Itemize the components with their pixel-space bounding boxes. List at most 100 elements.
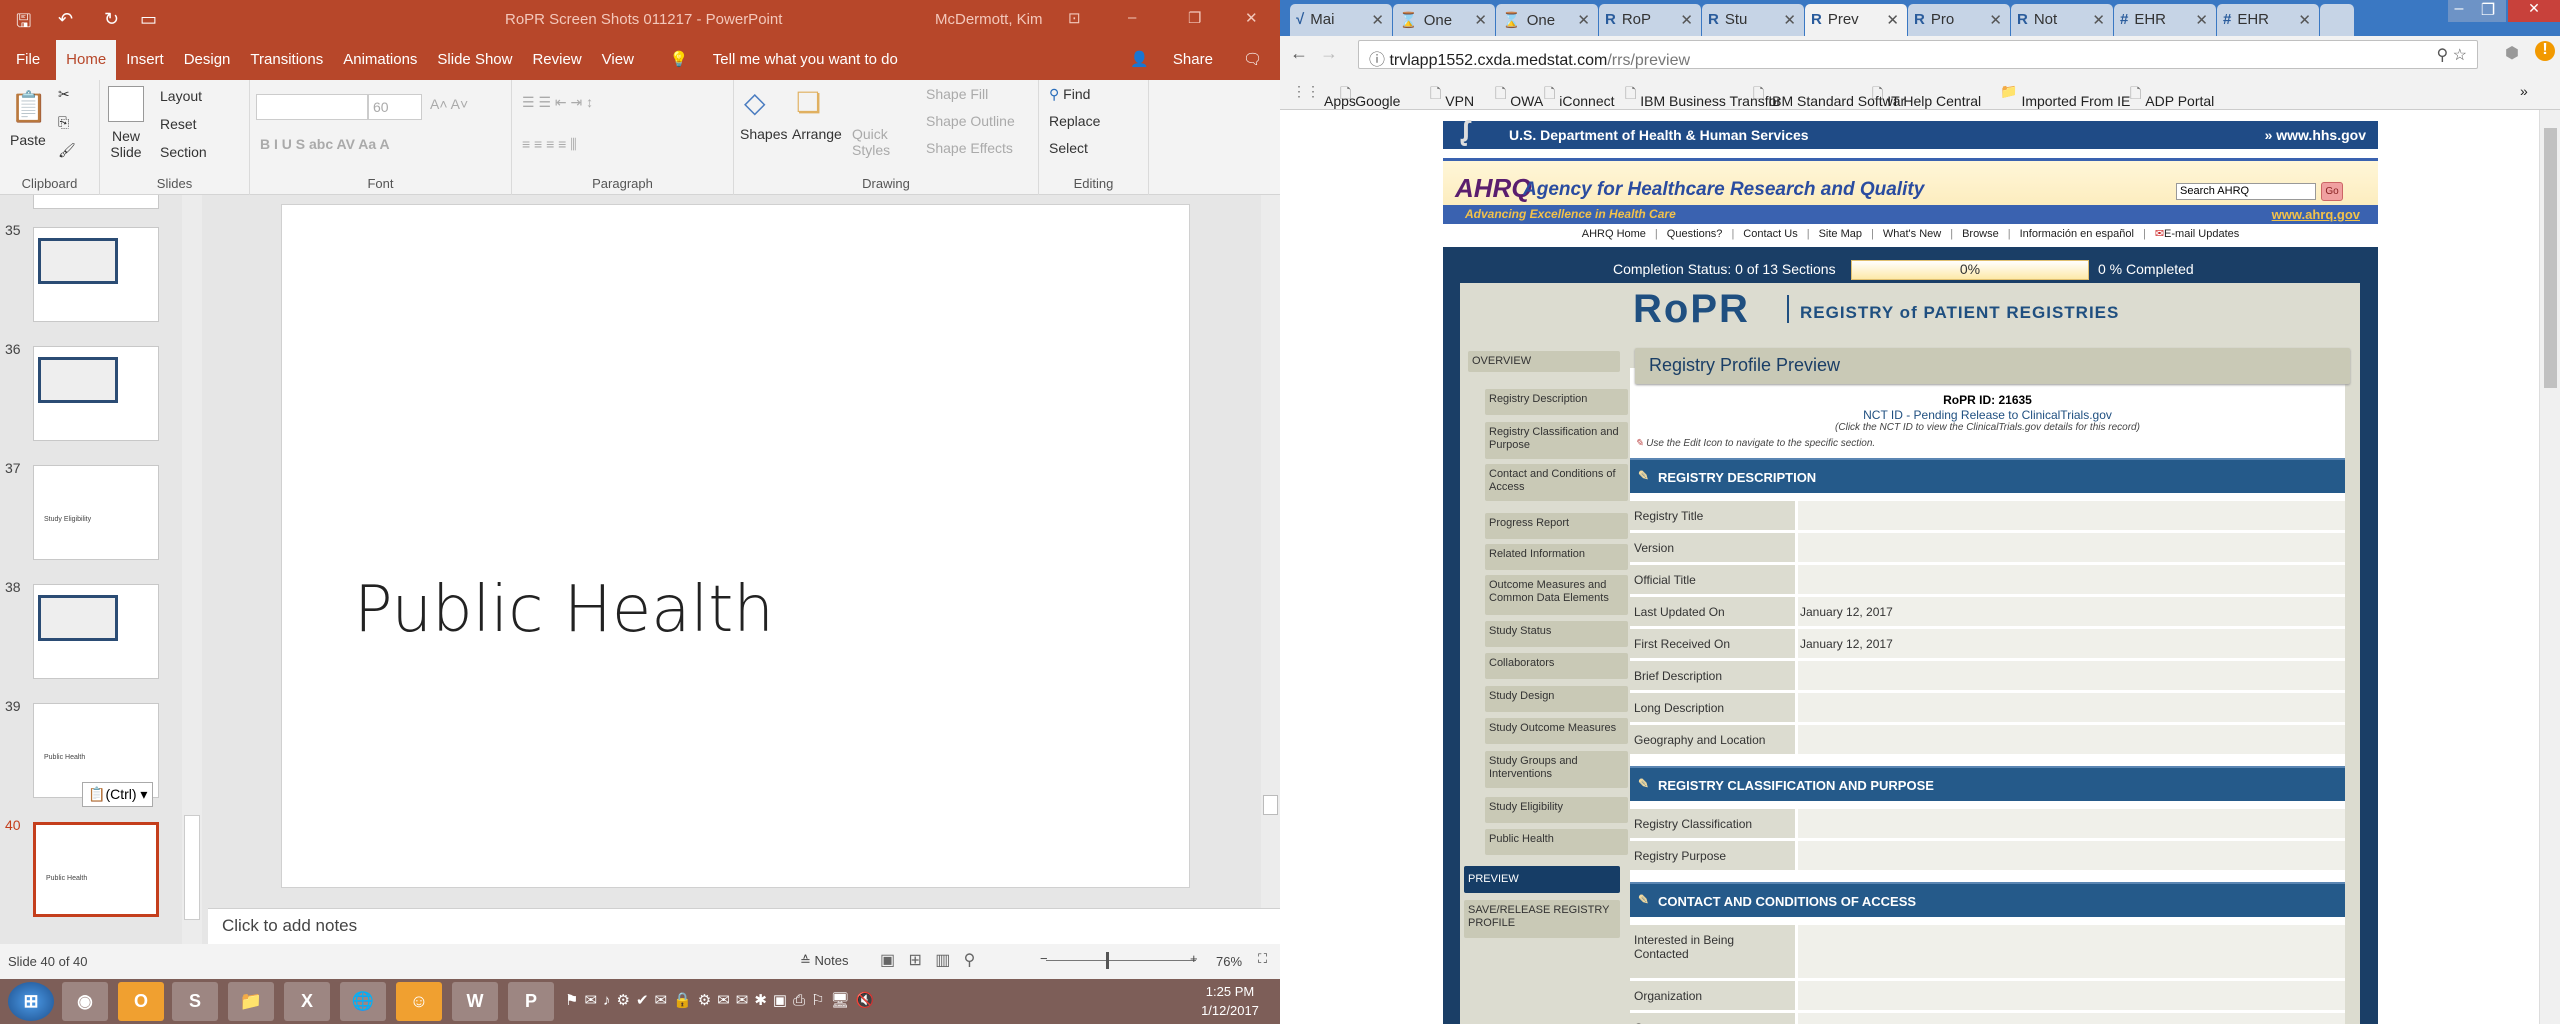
- nav-link[interactable]: AHRQ Home: [1582, 228, 1646, 240]
- shape-outline-button[interactable]: Shape Outline: [926, 113, 1015, 129]
- browser-tab[interactable]: # EHR ✕: [2114, 4, 2216, 36]
- excel-taskbar-icon[interactable]: X: [284, 982, 330, 1021]
- slide-thumbnail[interactable]: Study Eligibility: [33, 465, 159, 560]
- explorer-taskbar-icon[interactable]: 📁: [228, 982, 274, 1021]
- nav-link[interactable]: Contact Us: [1743, 228, 1797, 240]
- tab-close-icon[interactable]: ✕: [1989, 11, 2002, 29]
- paste-icon[interactable]: 📋: [10, 90, 47, 125]
- bookmark-ibm-standard-softwar[interactable]: 🗋 IBM Standard Softwar: [1753, 83, 1905, 109]
- slide-thumbnails-pane[interactable]: 35 36 37 Study Eligibility 38 39 Public Health…: [0, 195, 182, 945]
- bookmark-iconnect[interactable]: 🗋 iConnect: [1544, 83, 1615, 109]
- slide-thumbnail[interactable]: [33, 227, 159, 322]
- redo-icon[interactable]: ↻: [104, 9, 119, 30]
- bookmark-adp-portal[interactable]: 🗋 ADP Portal: [2130, 83, 2214, 109]
- save-icon[interactable]: 🖫: [16, 9, 31, 39]
- undo-icon[interactable]: ↶: [58, 9, 73, 30]
- scrollbar-thumb[interactable]: [2544, 128, 2557, 388]
- search-go-button[interactable]: Go: [2321, 182, 2343, 201]
- tab-close-icon[interactable]: ✕: [1886, 11, 1899, 29]
- zoom-star-icons[interactable]: ⚲ ☆: [2436, 45, 2467, 65]
- quick-styles-button[interactable]: Quick Styles: [852, 126, 892, 158]
- share-button[interactable]: 👤 Share: [1110, 40, 1233, 80]
- tab-file[interactable]: File: [0, 40, 56, 80]
- bookmark-apps[interactable]: ⋮⋮ Apps: [1292, 83, 1356, 109]
- scrollbar-thumb[interactable]: [1263, 795, 1278, 815]
- nav-item-study-groups-and-interventions[interactable]: Study Groups and Interventions: [1485, 751, 1628, 788]
- nav-link[interactable]: What's New: [1883, 228, 1941, 240]
- chrome-taskbar-icon[interactable]: ◉: [62, 982, 108, 1021]
- copy-icon[interactable]: ⎘: [58, 114, 69, 131]
- bookmark-google[interactable]: 🗋 Google: [1340, 83, 1400, 109]
- people-taskbar-icon[interactable]: ☺: [396, 982, 442, 1021]
- skype-taskbar-icon[interactable]: S: [172, 982, 218, 1021]
- nav-link[interactable]: Questions?: [1667, 228, 1723, 240]
- nav-link[interactable]: Información en español: [2020, 228, 2134, 240]
- extension-icon[interactable]: ⬢: [2505, 43, 2519, 63]
- network-taskbar-icon[interactable]: 🌐: [340, 982, 386, 1021]
- layout-button[interactable]: Layout: [160, 88, 202, 104]
- browser-tab[interactable]: √ Mai ✕: [1290, 4, 1392, 36]
- browser-tab[interactable]: R Not ✕: [2011, 4, 2113, 36]
- browser-tab[interactable]: ⌛ One ✕: [1393, 4, 1495, 36]
- zoom-in-button[interactable]: +: [1190, 951, 1198, 966]
- list-buttons[interactable]: ☰ ☰ ⇤ ⇥ ↕: [522, 94, 593, 111]
- minimize-button[interactable]: –: [2448, 0, 2470, 22]
- minimize-button[interactable]: –: [1128, 9, 1136, 26]
- slide-thumbnail[interactable]: [33, 195, 159, 209]
- outlook-taskbar-icon[interactable]: O: [118, 982, 164, 1021]
- tab-design[interactable]: Design: [174, 40, 241, 80]
- notes-field[interactable]: Click to add notes: [208, 908, 1280, 944]
- format-painter-icon[interactable]: 🖌: [58, 142, 76, 159]
- cut-icon[interactable]: ✂: [58, 86, 70, 103]
- ahrq-logo[interactable]: AHRQ: [1455, 173, 1532, 204]
- back-button[interactable]: ←: [1290, 43, 1308, 64]
- edit-icon[interactable]: ✎: [1638, 468, 1649, 484]
- new-slide-icon[interactable]: [108, 86, 144, 122]
- user-name[interactable]: McDermott, Kim: [935, 11, 1043, 28]
- tab-home[interactable]: Home: [56, 40, 117, 80]
- slide-thumbnail[interactable]: Public Health: [33, 822, 159, 917]
- more-bookmarks-icon[interactable]: »: [2520, 83, 2528, 99]
- nav-item-outcome-measures-and-common-data-elements[interactable]: Outcome Measures and Common Data Element…: [1485, 575, 1628, 615]
- slide-thumbnail[interactable]: [33, 584, 159, 679]
- nav-item-study-outcome-measures[interactable]: Study Outcome Measures: [1485, 718, 1628, 744]
- shapes-button[interactable]: Shapes: [740, 126, 787, 142]
- browser-tab[interactable]: R Stu ✕: [1702, 4, 1804, 36]
- info-icon[interactable]: ⓘ: [1369, 52, 1389, 69]
- font-size-select[interactable]: 60: [368, 94, 422, 120]
- zoom-slider-thumb[interactable]: [1106, 952, 1109, 969]
- comments-icon[interactable]: 🗨: [1233, 40, 1272, 80]
- find-label[interactable]: Find: [1063, 86, 1090, 102]
- nav-item-study-eligibility[interactable]: Study Eligibility: [1485, 797, 1628, 823]
- search-input[interactable]: Search AHRQ: [2176, 183, 2316, 200]
- tab-view[interactable]: View: [592, 40, 644, 80]
- section-button[interactable]: Section: [160, 144, 207, 160]
- tab-close-icon[interactable]: ✕: [1474, 11, 1487, 29]
- thumbnails-scrollbar[interactable]: [182, 195, 202, 945]
- paste-options-button[interactable]: 📋(Ctrl) ▾: [82, 782, 154, 807]
- maximize-button[interactable]: ❐: [2470, 0, 2506, 22]
- presentation-icon[interactable]: ▭: [140, 9, 157, 30]
- system-tray-icons[interactable]: ⚑✉♪⚙✔✉🔒⚙✉✉✱▣⎙⚐🖥🔇: [565, 991, 880, 1009]
- zoom-out-button[interactable]: −: [1040, 951, 1048, 966]
- browser-tab[interactable]: ⌛ One ✕: [1496, 4, 1598, 36]
- edit-icon[interactable]: ✎: [1638, 892, 1649, 908]
- tab-animations[interactable]: Animations: [333, 40, 427, 80]
- nct-id-link[interactable]: NCT ID - Pending Release to ClinicalTria…: [1630, 408, 2345, 422]
- nav-link[interactable]: Browse: [1962, 228, 1999, 240]
- shape-fill-button[interactable]: Shape Fill: [926, 86, 988, 102]
- reset-button[interactable]: Reset: [160, 116, 197, 132]
- close-button[interactable]: ✕: [1245, 9, 1258, 27]
- fit-to-window-icon[interactable]: ⛶: [1258, 951, 1267, 967]
- scrollbar-thumb[interactable]: [184, 815, 200, 920]
- paste-button[interactable]: Paste: [10, 132, 46, 148]
- browser-tab[interactable]: # EHR ✕: [2217, 4, 2319, 36]
- nav-link[interactable]: Site Map: [1819, 228, 1862, 240]
- bookmark-imported-from-ie[interactable]: 📁 Imported From IE: [2000, 83, 2130, 109]
- tab-close-icon[interactable]: ✕: [2195, 11, 2208, 29]
- nav-item-progress-report[interactable]: Progress Report: [1485, 513, 1628, 539]
- browser-tab[interactable]: R Pro ✕: [1908, 4, 2010, 36]
- slide-thumbnail[interactable]: [33, 346, 159, 441]
- maximize-button[interactable]: ❐: [1188, 9, 1201, 27]
- shape-effects-button[interactable]: Shape Effects: [926, 140, 1013, 156]
